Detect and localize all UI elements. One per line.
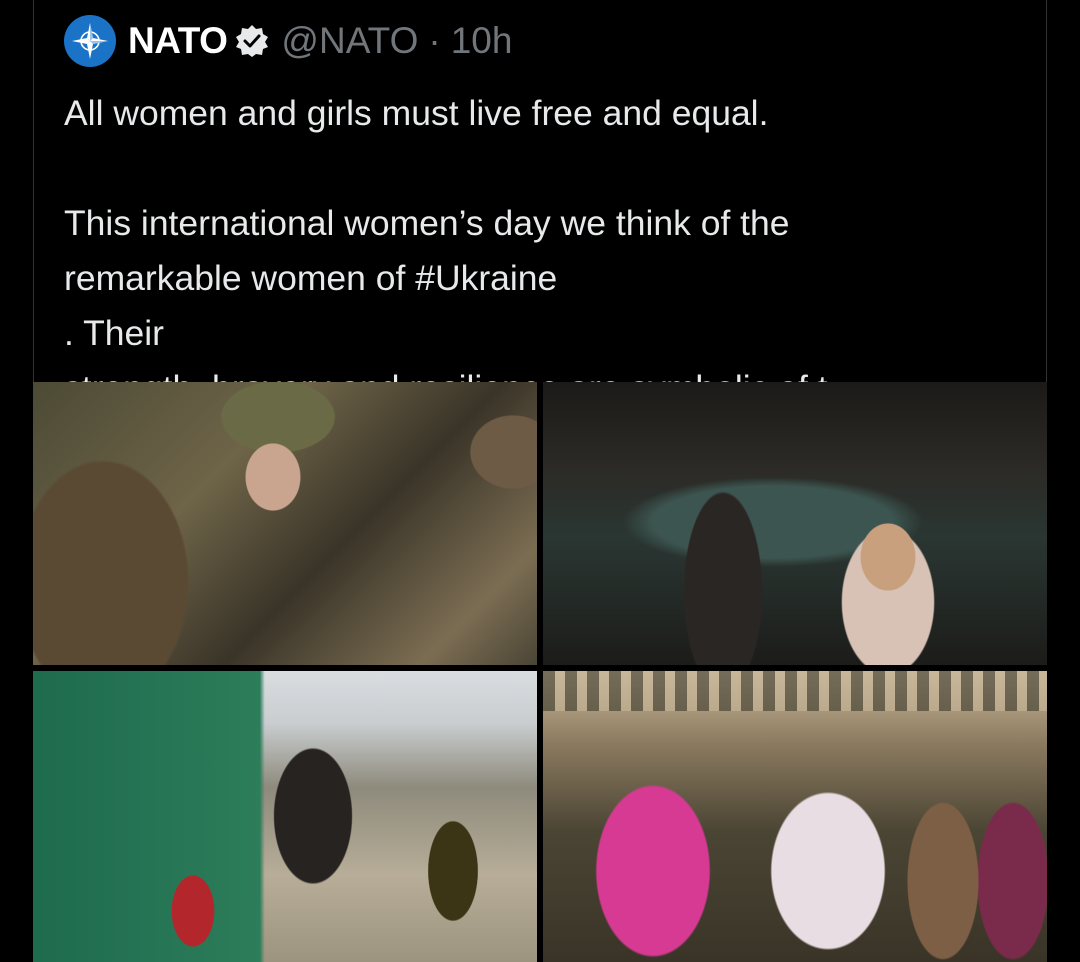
- ukraine-flag-icon: [573, 260, 625, 294]
- tweet-text: All women and girls must live free and e…: [64, 86, 1044, 416]
- photo-masked-woman-corridor[interactable]: [543, 382, 1047, 665]
- tweet-text-fragment: remarkable women of: [64, 258, 416, 298]
- hashtag-link[interactable]: #Ukraine: [415, 258, 557, 298]
- photo-soldier-woman[interactable]: [33, 382, 537, 665]
- photo-refugees-walking[interactable]: [33, 671, 537, 962]
- media-grid: [33, 382, 1047, 962]
- tweet-header: NATO @NATO · 10h: [64, 14, 512, 68]
- verified-badge-icon: [236, 25, 269, 57]
- photo-women-weaving-camouflage-net[interactable]: [543, 671, 1047, 962]
- nato-compass-rose-icon[interactable]: [64, 15, 116, 67]
- tweet-text-fragment: . Their: [64, 313, 164, 353]
- author-handle[interactable]: @NATO: [281, 20, 418, 62]
- tweet-text-line: All women and girls must live free and e…: [64, 93, 769, 133]
- tweet-timestamp[interactable]: 10h: [451, 20, 513, 62]
- author-name[interactable]: NATO: [128, 20, 228, 62]
- separator-dot: ·: [428, 20, 441, 61]
- tweet-text-line: This international women’s day we think …: [64, 203, 790, 243]
- tweet-text-line: remarkable women of #Ukraine: [64, 251, 1044, 306]
